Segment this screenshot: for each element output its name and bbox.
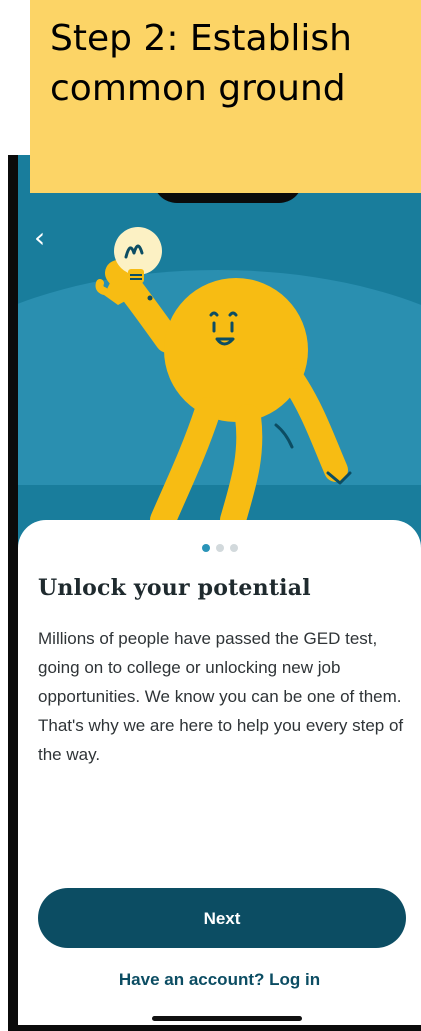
phone-frame-edge: [8, 155, 18, 1031]
page-dot-1: [202, 544, 210, 552]
step-caption: Step 2: Establish common ground: [30, 0, 421, 193]
lightbulb-character-illustration: [18, 227, 421, 555]
back-button[interactable]: ‹: [34, 222, 60, 254]
chevron-left-icon: ‹: [34, 221, 46, 254]
onboarding-card: Unlock your potential Millions of people…: [18, 520, 421, 1025]
page-indicator: [202, 544, 238, 552]
caption-text: Step 2: Establish common ground: [50, 18, 352, 109]
hero-illustration: [18, 155, 421, 555]
description-text: Millions of people have passed the GED t…: [38, 629, 404, 764]
page-dot-3: [230, 544, 238, 552]
home-indicator: [152, 1016, 302, 1021]
next-button[interactable]: Next: [38, 888, 406, 948]
page-dot-2: [216, 544, 224, 552]
login-link[interactable]: Have an account? Log in: [18, 970, 421, 990]
phone-frame-bottom: [8, 1025, 421, 1031]
page-title: Unlock your potential: [38, 575, 311, 601]
